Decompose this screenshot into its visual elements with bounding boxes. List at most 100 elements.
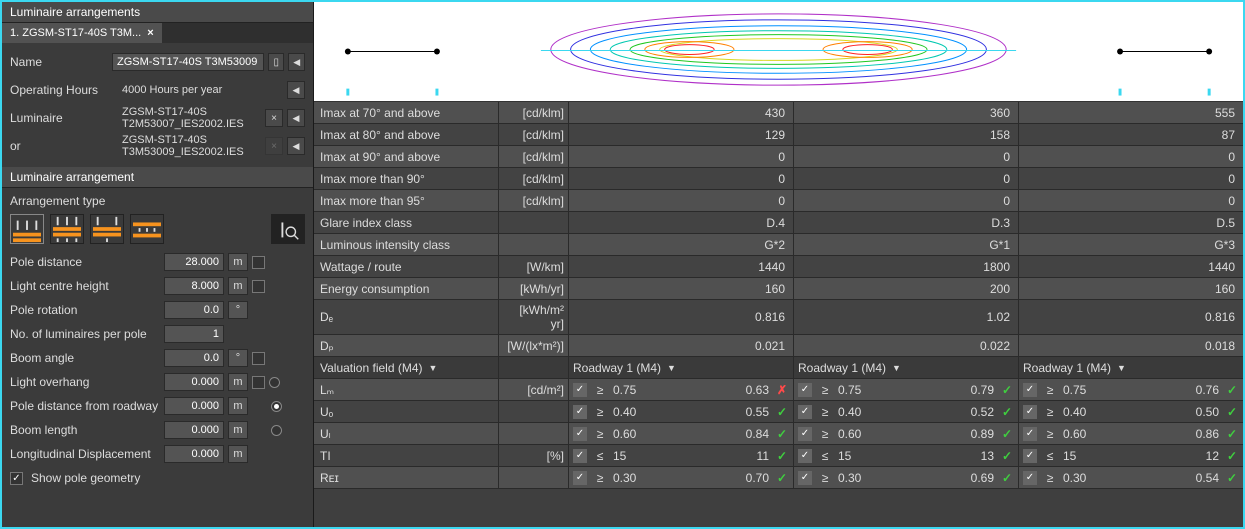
pass-icon: ✓ <box>1225 427 1239 441</box>
pass-icon: ✓ <box>1225 383 1239 397</box>
criterion-result: 13 <box>884 449 994 463</box>
criterion-checkbox[interactable]: ✓ <box>1023 449 1037 463</box>
criterion-checkbox[interactable]: ✓ <box>1023 471 1037 485</box>
boom_length-radio[interactable] <box>271 425 282 436</box>
criterion-checkbox[interactable]: ✓ <box>798 405 812 419</box>
metric-unit: [cd/klm] <box>499 146 569 167</box>
metric-value: 200 <box>794 278 1019 299</box>
label-light_overhang: Light overhang <box>10 375 160 389</box>
light_overhang-radio[interactable] <box>269 377 280 388</box>
tab-arrangement-1[interactable]: 1. ZGSM-ST17-40S T3M... × <box>2 23 162 43</box>
light_overhang-field[interactable] <box>164 373 224 391</box>
pass-icon: ✓ <box>775 449 789 463</box>
metric-value: 0.816 <box>569 300 794 334</box>
step-button[interactable]: ▯ <box>268 53 285 71</box>
luminaire1-value: ZGSM-ST17-40S T2M53007_IES2002.IES <box>122 106 261 130</box>
valuation-metric-unit <box>499 423 569 444</box>
arrangement-type-1[interactable] <box>10 214 44 244</box>
criterion-checkbox[interactable]: ✓ <box>573 471 587 485</box>
chevron-down-icon: ▼ <box>1117 363 1126 373</box>
nav-button[interactable]: ◀ <box>287 137 305 155</box>
show-pole-geometry-checkbox[interactable] <box>10 472 23 485</box>
criterion-result: 0.63 <box>659 383 769 397</box>
pole_distance-field[interactable] <box>164 253 224 271</box>
roadway-column-header[interactable]: Roadway 1 (M4) ▼ <box>1019 357 1243 378</box>
valuation-metric-unit: [cd/m²] <box>499 379 569 400</box>
criterion-checkbox[interactable]: ✓ <box>573 405 587 419</box>
metric-label: Wattage / route <box>314 256 499 277</box>
metric-value: 1800 <box>794 256 1019 277</box>
arrangement-type-3[interactable] <box>90 214 124 244</box>
pass-icon: ✓ <box>1000 405 1014 419</box>
criterion-result: 0.55 <box>659 405 769 419</box>
label-no_luminaires: No. of luminaires per pole <box>10 327 160 341</box>
criterion-result: 0.79 <box>884 383 994 397</box>
search-pole-icon[interactable] <box>271 214 305 244</box>
pole_distance_roadway-radio[interactable] <box>271 401 282 412</box>
metric-value: 555 <box>1019 102 1243 123</box>
light_centre_height-checkbox[interactable] <box>252 280 265 293</box>
unit: m <box>228 397 248 415</box>
criterion-operator: ≥ <box>1043 405 1057 419</box>
label-arrangement-type: Arrangement type <box>2 188 313 208</box>
criterion-limit: 0.40 <box>838 405 878 419</box>
clear-icon[interactable]: × <box>265 109 283 127</box>
criterion-checkbox[interactable]: ✓ <box>573 427 587 441</box>
roadway-column-header[interactable]: Roadway 1 (M4) ▼ <box>569 357 794 378</box>
pole_rotation-field[interactable] <box>164 301 224 319</box>
luminaire2-value: ZGSM-ST17-40S T3M53009_IES2002.IES <box>122 134 261 158</box>
pole_distance_roadway-field[interactable] <box>164 397 224 415</box>
pass-icon: ✓ <box>775 471 789 485</box>
metric-value: G*3 <box>1019 234 1243 255</box>
pole_distance-checkbox[interactable] <box>252 256 265 269</box>
criterion-operator: ≤ <box>1043 449 1057 463</box>
criterion-checkbox[interactable]: ✓ <box>1023 405 1037 419</box>
criterion-checkbox[interactable]: ✓ <box>798 449 812 463</box>
light_overhang-checkbox[interactable] <box>252 376 265 389</box>
criterion-checkbox[interactable]: ✓ <box>798 427 812 441</box>
boom_length-field[interactable] <box>164 421 224 439</box>
pass-icon: ✓ <box>1000 471 1014 485</box>
light_centre_height-field[interactable] <box>164 277 224 295</box>
criterion-limit: 0.60 <box>838 427 878 441</box>
unit: m <box>228 277 248 295</box>
criterion-checkbox[interactable]: ✓ <box>573 449 587 463</box>
metric-value: 129 <box>569 124 794 145</box>
valuation-field-header[interactable]: Valuation field (M4) ▼ <box>314 357 499 378</box>
long_displacement-field[interactable] <box>164 445 224 463</box>
close-icon[interactable]: × <box>147 27 153 39</box>
boom_angle-checkbox[interactable] <box>252 352 265 365</box>
pass-icon: ✓ <box>1000 449 1014 463</box>
nav-button[interactable]: ◀ <box>287 109 305 127</box>
unit: m <box>228 253 248 271</box>
valuation-metric-label: Rᴇɪ <box>314 467 499 488</box>
criterion-limit: 0.30 <box>1063 471 1103 485</box>
criterion-operator: ≥ <box>593 405 607 419</box>
valuation-metric-label: Uₗ <box>314 423 499 444</box>
arrangement-type-2[interactable] <box>50 214 84 244</box>
criterion-checkbox[interactable]: ✓ <box>1023 383 1037 397</box>
criterion-operator: ≥ <box>818 405 832 419</box>
metric-value: 0 <box>794 190 1019 211</box>
criterion-checkbox[interactable]: ✓ <box>1023 427 1037 441</box>
criterion-checkbox[interactable]: ✓ <box>798 471 812 485</box>
metric-label: Dₚ <box>314 335 499 356</box>
arrangement-type-4[interactable] <box>130 214 164 244</box>
metric-label: Imax at 90° and above <box>314 146 499 167</box>
metric-unit: [kWh/m² yr] <box>499 300 569 334</box>
metric-value: D.4 <box>569 212 794 233</box>
no_luminaires-field[interactable] <box>164 325 224 343</box>
criterion-checkbox[interactable]: ✓ <box>573 383 587 397</box>
criterion-operator: ≥ <box>593 383 607 397</box>
metric-value: 0 <box>794 168 1019 189</box>
boom_angle-field[interactable] <box>164 349 224 367</box>
name-field[interactable] <box>112 53 264 71</box>
criterion-checkbox[interactable]: ✓ <box>798 383 812 397</box>
metric-label: Imax at 80° and above <box>314 124 499 145</box>
metric-value: 87 <box>1019 124 1243 145</box>
roadway-column-header[interactable]: Roadway 1 (M4) ▼ <box>794 357 1019 378</box>
nav-button[interactable]: ◀ <box>287 81 305 99</box>
hours-value: 4000 Hours per year <box>122 84 283 96</box>
label-light_centre_height: Light centre height <box>10 279 160 293</box>
nav-button[interactable]: ◀ <box>288 53 305 71</box>
